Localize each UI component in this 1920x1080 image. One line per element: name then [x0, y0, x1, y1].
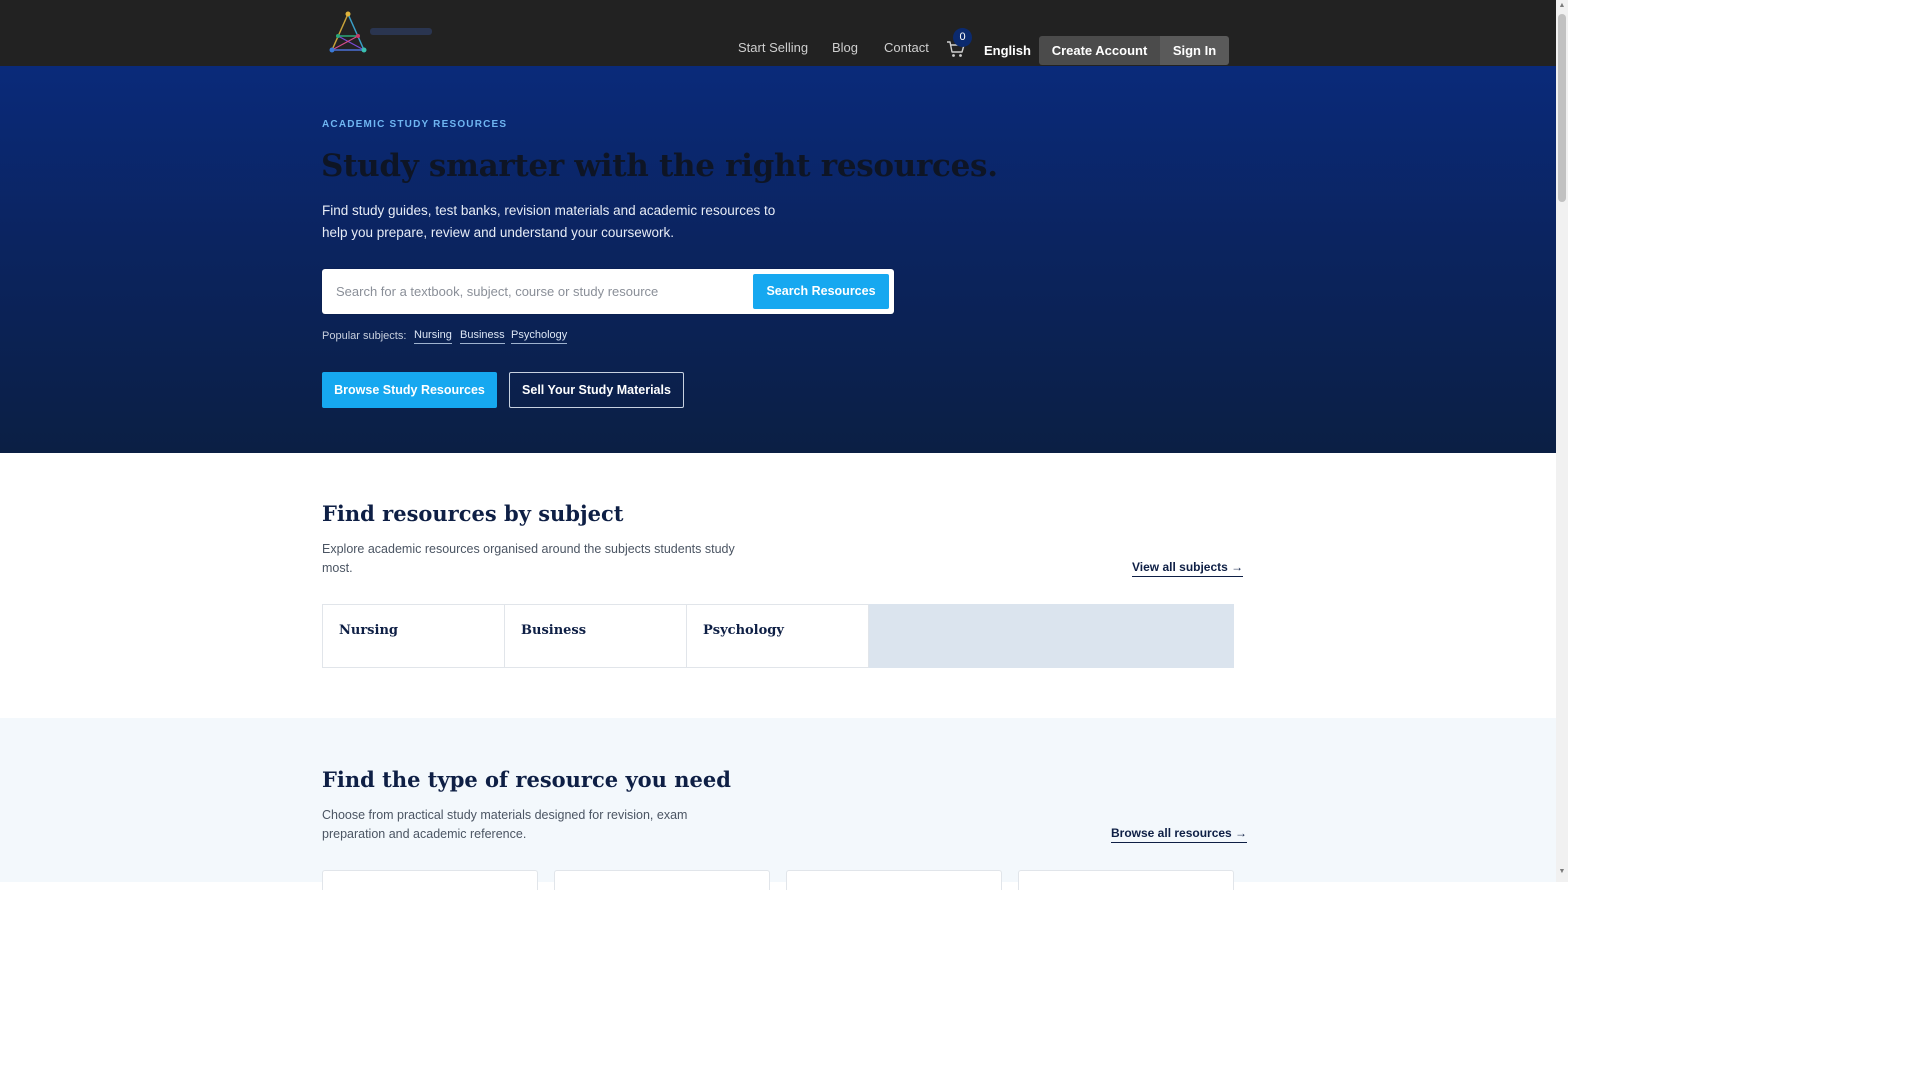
- popular-subject-business[interactable]: Business: [460, 329, 505, 344]
- site-logo-icon[interactable]: [326, 10, 436, 54]
- subject-card-label: Business: [521, 623, 587, 638]
- create-account-button[interactable]: Create Account: [1039, 36, 1160, 65]
- search-input[interactable]: [336, 281, 746, 301]
- view-all-subjects-link[interactable]: View all subjects →: [1132, 560, 1244, 577]
- resource-types-title: Find the type of resource you need: [322, 767, 731, 792]
- language-selector[interactable]: English: [984, 43, 1031, 58]
- subject-card-label: Psychology: [703, 623, 784, 638]
- hero-title: Study smarter with the right resources.: [321, 148, 998, 184]
- page-scrollbar[interactable]: ▲ ▼: [1556, 0, 1568, 882]
- subject-grid-filler: [869, 604, 1234, 668]
- hero-description: Find study guides, test banks, revision …: [322, 203, 776, 240]
- site-header: Start Selling Blog Contact 0 English Cre…: [0, 0, 1556, 66]
- hero-eyebrow: ACADEMIC STUDY RESOURCES: [322, 119, 508, 130]
- resource-type-card[interactable]: [322, 870, 538, 890]
- popular-subject-nursing[interactable]: Nursing: [414, 329, 452, 344]
- hero-section: [0, 66, 1556, 453]
- subject-card-psychology[interactable]: Psychology: [686, 604, 869, 668]
- resource-type-card[interactable]: [786, 870, 1002, 890]
- sell-study-materials-button[interactable]: Sell Your Study Materials: [509, 372, 684, 408]
- subject-card-business[interactable]: Business: [504, 604, 687, 668]
- subjects-title: Find resources by subject: [322, 501, 624, 526]
- browse-study-resources-button[interactable]: Browse Study Resources: [322, 372, 497, 408]
- resource-types-section: [0, 718, 1556, 882]
- scrollbar-thumb[interactable]: [1558, 14, 1566, 202]
- subjects-description: Explore academic resources organised aro…: [322, 542, 735, 575]
- search-bar: Search Resources: [322, 269, 894, 314]
- resource-type-card[interactable]: [1018, 870, 1234, 890]
- search-resources-button[interactable]: Search Resources: [753, 274, 889, 309]
- cart-count-badge: 0: [953, 28, 972, 47]
- nav-start-selling[interactable]: Start Selling: [738, 40, 808, 55]
- popular-subject-psychology[interactable]: Psychology: [511, 329, 568, 344]
- popular-subjects-label: Popular subjects:: [322, 330, 407, 342]
- subject-card-label: Nursing: [339, 623, 398, 638]
- subject-card-nursing[interactable]: Nursing: [322, 604, 505, 668]
- browse-all-resources-link[interactable]: Browse all resources →: [1111, 826, 1248, 843]
- sign-in-button[interactable]: Sign In: [1160, 36, 1229, 65]
- nav-blog[interactable]: Blog: [832, 40, 858, 55]
- resource-types-description: Choose from practical study materials de…: [322, 808, 688, 841]
- resource-type-card[interactable]: [554, 870, 770, 890]
- scroll-down-arrow-icon[interactable]: ▼: [1556, 868, 1568, 878]
- scroll-up-arrow-icon[interactable]: ▲: [1556, 2, 1568, 12]
- nav-contact[interactable]: Contact: [884, 40, 929, 55]
